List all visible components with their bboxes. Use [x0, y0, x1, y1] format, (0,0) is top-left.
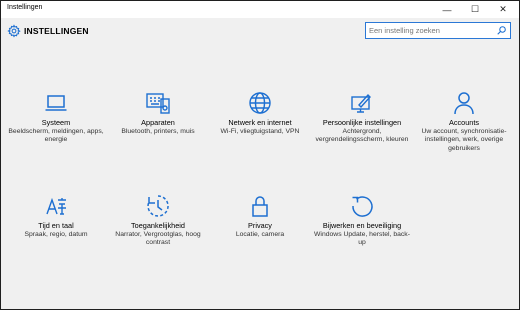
search-box[interactable] [365, 22, 511, 39]
person-icon [454, 92, 474, 115]
devices-icon [146, 93, 170, 114]
tile-description: Spraak, regio, datum [24, 231, 88, 238]
tile-description: Achtergrond, vergrendelingsscherm, kleur… [315, 128, 409, 144]
tile-name: Accounts [448, 118, 479, 127]
tile-description: Uw account, synchronisatie-instellingen,… [421, 128, 507, 152]
tile-apparaten[interactable]: Apparaten Bluetooth, printers, muis [108, 91, 208, 171]
tile-systeem[interactable]: Systeem Beeldscherm, meldingen, apps, en… [6, 91, 106, 171]
tile-name: Persoonlijke instellingen [322, 118, 402, 127]
tile-accounts[interactable]: Accounts Uw account, synchronisatie-inst… [414, 91, 514, 171]
tile-description: Narrator, Vergrootglas, hoog contrast [115, 231, 201, 247]
window-title: Instellingen [7, 4, 43, 11]
tile-description: Windows Update, herstel, back-up [314, 231, 410, 247]
lock-icon [252, 196, 268, 217]
settings-window: Instellingen — ☐ ✕ INSTELLINGEN Systeem … [0, 0, 520, 310]
minimize-icon: — [442, 4, 452, 15]
close-button[interactable]: ✕ [489, 1, 517, 18]
tile-name: Apparaten [141, 118, 175, 127]
tile-netwerk[interactable]: Netwerk en internet Wi-Fi, vliegtuigstan… [210, 91, 310, 171]
title-bar: Instellingen — ☐ ✕ [1, 1, 519, 18]
update-icon [352, 196, 373, 217]
tile-name: Systeem [41, 118, 71, 127]
tile-privacy[interactable]: Privacy Locatie, camera [210, 194, 310, 274]
paint-screen-icon [351, 93, 371, 113]
minimize-button[interactable]: — [433, 1, 461, 18]
tile-name: Tijd en taal [38, 221, 74, 230]
tile-persoonlijke-instellingen[interactable]: Persoonlijke instellingen Achtergrond, v… [312, 91, 412, 171]
gear-icon [7, 24, 21, 38]
tile-name: Netwerk en internet [228, 118, 292, 127]
laptop-icon [45, 95, 67, 111]
page-title: INSTELLINGEN [24, 26, 89, 36]
tile-description: Wi-Fi, vliegtuigstand, VPN [220, 128, 300, 135]
header: INSTELLINGEN [1, 18, 519, 45]
tile-name: Privacy [248, 221, 272, 230]
tile-tijd-en-taal[interactable]: Tijd en taal Spraak, regio, datum [6, 194, 106, 274]
maximize-icon: ☐ [470, 4, 480, 14]
tile-description: Beeldscherm, meldingen, apps, energie [8, 128, 104, 144]
tile-description: Bluetooth, printers, muis [121, 128, 195, 135]
language-icon [46, 197, 66, 215]
globe-icon [249, 92, 271, 114]
tile-bijwerken-en-beveiliging[interactable]: Bijwerken en beveiliging Windows Update,… [312, 194, 412, 274]
tile-toegankelijkheid[interactable]: Toegankelijkheid Narrator, Vergrootglas,… [108, 194, 208, 274]
tile-name: Bijwerken en beveiliging [322, 221, 402, 230]
tile-name: Toegankelijkheid [131, 221, 185, 230]
search-icon[interactable] [496, 25, 507, 36]
close-icon: ✕ [499, 4, 507, 14]
maximize-button[interactable]: ☐ [461, 1, 489, 18]
tile-description: Locatie, camera [235, 231, 285, 238]
ease-of-access-icon [147, 195, 169, 217]
search-input[interactable] [369, 24, 489, 37]
